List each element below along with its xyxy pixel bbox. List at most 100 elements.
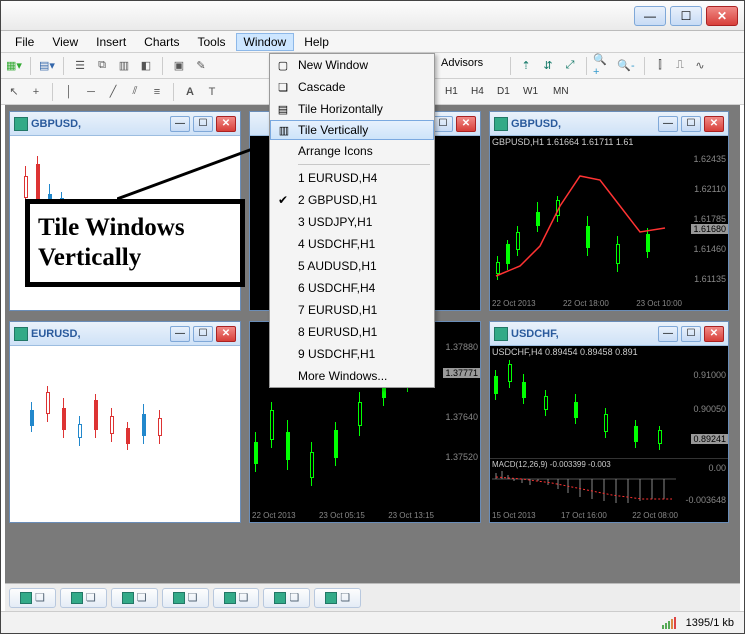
terminal-icon[interactable]: ▥ <box>115 57 133 75</box>
chart-maximize-button[interactable]: ☐ <box>193 326 213 342</box>
navigator-icon[interactable]: ⧉ <box>93 57 111 75</box>
indicator-list-icon[interactable]: ⇡ <box>517 57 535 75</box>
menu-charts[interactable]: Charts <box>136 33 187 51</box>
chart-close-button[interactable]: ✕ <box>704 116 724 132</box>
window-close-button[interactable]: ✕ <box>706 6 738 26</box>
metaeditor-icon[interactable]: ✎ <box>192 57 210 75</box>
tf-h1[interactable]: H1 <box>441 85 462 98</box>
chart-close-button[interactable]: ✕ <box>216 116 236 132</box>
menu-item-window-1[interactable]: 1 EURUSD,H4 <box>270 167 434 189</box>
chart-maximize-button[interactable]: ☐ <box>681 116 701 132</box>
chart-icon <box>173 592 185 604</box>
x-tick: 15 Oct 2013 <box>492 511 536 520</box>
text-icon[interactable]: A <box>181 83 199 101</box>
zoom-out-icon[interactable]: 🔍- <box>617 57 635 75</box>
trendline-icon[interactable]: ╱ <box>104 83 122 101</box>
menu-item-tile-horizontally[interactable]: ▤Tile Horizontally <box>270 98 434 120</box>
text-label-icon[interactable]: T <box>203 83 221 101</box>
chart-close-button[interactable]: ✕ <box>704 326 724 342</box>
menu-window[interactable]: Window <box>236 33 295 51</box>
menu-help[interactable]: Help <box>296 33 337 51</box>
chart-tab[interactable]: ❏ <box>60 588 107 608</box>
chart-maximize-button[interactable]: ☐ <box>433 116 453 132</box>
tf-h4[interactable]: H4 <box>467 85 488 98</box>
chart-maximize-button[interactable]: ☐ <box>193 116 213 132</box>
menu-item-window-9[interactable]: 9 USDCHF,H1 <box>270 343 434 365</box>
new-order-icon[interactable]: ▣ <box>170 57 188 75</box>
menu-insert[interactable]: Insert <box>88 33 134 51</box>
menu-item-more-windows[interactable]: More Windows... <box>270 365 434 387</box>
menu-item-window-7[interactable]: 7 EURUSD,H1 <box>270 299 434 321</box>
zoom-in-icon[interactable]: 🔍+ <box>593 57 611 75</box>
chart-minimize-button[interactable]: — <box>170 116 190 132</box>
horizontal-line-icon[interactable]: ─ <box>82 83 100 101</box>
window-minimize-button[interactable]: — <box>634 6 666 26</box>
chart-tab[interactable]: ❏ <box>9 588 56 608</box>
new-chart-icon[interactable]: ▦▾ <box>5 57 23 75</box>
chart-minimize-button[interactable]: — <box>658 116 678 132</box>
new-window-icon: ▢ <box>275 57 291 73</box>
vertical-line-icon[interactable]: │ <box>60 83 78 101</box>
menu-item-window-2[interactable]: ✔2 GBPUSD,H1 <box>270 189 434 211</box>
x-tick: 22 Oct 2013 <box>252 511 296 520</box>
menu-item-cascade[interactable]: ❏Cascade <box>270 76 434 98</box>
menu-view[interactable]: View <box>44 33 86 51</box>
chart-close-button[interactable]: ✕ <box>456 116 476 132</box>
channel-icon[interactable]: ⫽ <box>126 83 144 101</box>
menu-item-window-4[interactable]: 4 USDCHF,H1 <box>270 233 434 255</box>
chart-tabbar: ❏ ❏ ❏ ❏ ❏ ❏ ❏ <box>5 583 740 611</box>
chart-icon <box>20 592 32 604</box>
tf-w1[interactable]: W1 <box>519 85 542 98</box>
profiles-icon[interactable]: ▤▾ <box>38 57 56 75</box>
chart-minimize-button[interactable]: — <box>170 326 190 342</box>
chart-close-button[interactable]: ✕ <box>216 326 236 342</box>
menu-item-tile-vertically[interactable]: ▥Tile Vertically <box>270 120 434 140</box>
market-watch-icon[interactable]: ☰ <box>71 57 89 75</box>
menu-item-window-6[interactable]: 6 USDCHF,H4 <box>270 277 434 299</box>
chart-tab[interactable]: ❏ <box>263 588 310 608</box>
annotation-callout: Tile Windows Vertically <box>25 199 245 287</box>
candlestick-icon[interactable]: ⎍ <box>671 57 689 75</box>
menu-item-window-3[interactable]: 3 USDJPY,H1 <box>270 211 434 233</box>
chart-minimize-button[interactable]: — <box>658 326 678 342</box>
menu-item-arrange-icons[interactable]: Arrange Icons <box>270 140 434 162</box>
y-tick: 0.91000 <box>693 370 726 380</box>
cascade-icon: ❏ <box>35 591 45 604</box>
chart-window-eurusd-light[interactable]: EURUSD, — ☐ ✕ <box>9 321 241 523</box>
chart-canvas[interactable] <box>10 346 240 522</box>
chart-tab[interactable]: ❏ <box>314 588 361 608</box>
chart-window-gbpusd-h1[interactable]: GBPUSD, — ☐ ✕ GBPUSD,H1 1.61664 1.61711 … <box>489 111 729 311</box>
x-tick: 22 Oct 2013 <box>492 299 536 308</box>
crosshair-icon[interactable]: + <box>27 83 45 101</box>
x-tick: 22 Oct 18:00 <box>563 299 609 308</box>
line-chart-icon[interactable]: ∿ <box>691 57 709 75</box>
chart-window-usdchf-h4[interactable]: USDCHF, — ☐ ✕ USDCHF,H4 0.89454 0.89458 … <box>489 321 729 523</box>
chart-canvas[interactable]: USDCHF,H4 0.89454 0.89458 0.891 0.91000 … <box>490 346 728 522</box>
macd-histogram <box>492 469 676 509</box>
window-maximize-button[interactable]: ☐ <box>670 6 702 26</box>
bar-chart-icon[interactable]: ⫿ <box>651 57 669 75</box>
fibo-icon[interactable]: ≡ <box>148 83 166 101</box>
y-tick: 1.61135 <box>694 274 726 284</box>
chart-maximize-button[interactable]: ☐ <box>681 326 701 342</box>
chart-icon <box>122 592 134 604</box>
tf-mn[interactable]: MN <box>549 85 573 98</box>
cursor-icon[interactable]: ↖ <box>5 83 23 101</box>
status-bar: 1395/1 kb <box>1 611 744 633</box>
chart-tab[interactable]: ❏ <box>213 588 260 608</box>
menu-tools[interactable]: Tools <box>190 33 234 51</box>
menu-item-new-window[interactable]: ▢New Window <box>270 54 434 76</box>
menu-file[interactable]: File <box>7 33 42 51</box>
tester-icon[interactable]: ◧ <box>137 57 155 75</box>
templates-icon[interactable]: ⤢ <box>561 57 579 75</box>
chart-tab[interactable]: ❏ <box>162 588 209 608</box>
tf-d1[interactable]: D1 <box>493 85 514 98</box>
chart-canvas[interactable]: GBPUSD,H1 1.61664 1.61711 1.61 1.62435 1… <box>490 136 728 310</box>
window-menu-dropdown: ▢New Window ❏Cascade ▤Tile Horizontally … <box>269 53 435 388</box>
cascade-icon: ❏ <box>275 79 291 95</box>
cascade-icon: ❏ <box>340 591 350 604</box>
menu-item-window-5[interactable]: 5 AUDUSD,H1 <box>270 255 434 277</box>
menu-item-window-8[interactable]: 8 EURUSD,H1 <box>270 321 434 343</box>
periodicity-icon[interactable]: ⇵ <box>539 57 557 75</box>
chart-tab[interactable]: ❏ <box>111 588 158 608</box>
